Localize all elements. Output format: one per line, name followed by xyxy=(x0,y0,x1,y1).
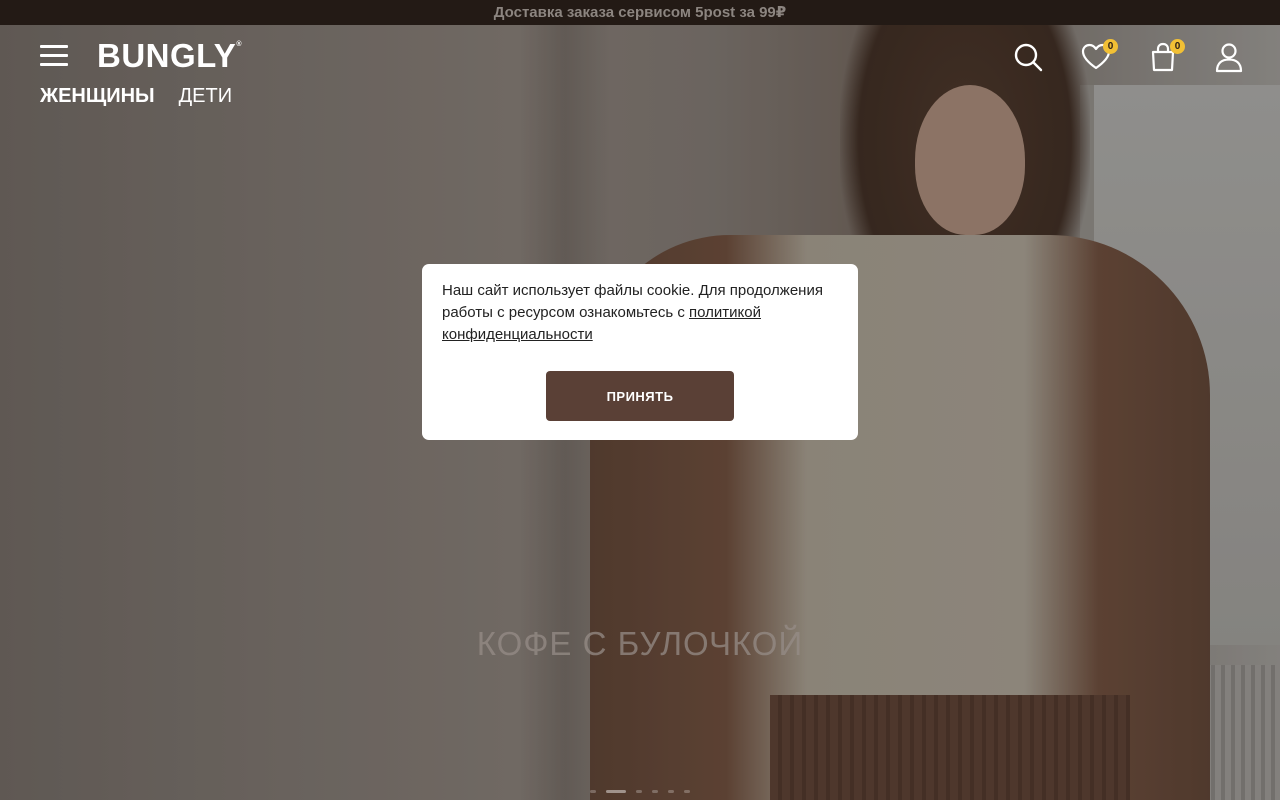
hero-title: КОФЕ С БУЛОЧКОЙ xyxy=(476,625,804,662)
hamburger-icon[interactable] xyxy=(40,45,68,67)
accept-cookies-button[interactable]: ПРИНЯТЬ xyxy=(546,371,734,421)
search-icon[interactable] xyxy=(1012,41,1044,73)
site-header: BUNGLY® ЖЕНЩИНЫ ДЕТИ 0 0 xyxy=(0,25,1280,115)
brand-logo[interactable]: BUNGLY® xyxy=(97,37,242,75)
cart-button[interactable]: 0 xyxy=(1147,39,1185,73)
cookie-banner: Наш сайт использует файлы cookie. Для пр… xyxy=(422,264,858,440)
slider-dot[interactable] xyxy=(590,790,596,793)
promo-text: Доставка заказа сервисом 5post за 99₽ xyxy=(493,4,787,21)
wishlist-button[interactable]: 0 xyxy=(1080,39,1118,73)
slider-dot[interactable] xyxy=(668,790,674,793)
nav-item-kids[interactable]: ДЕТИ xyxy=(179,85,232,108)
promo-bar: Доставка заказа сервисом 5post за 99₽ xyxy=(0,0,1280,25)
cookie-text: Наш сайт использует файлы cookie. Для пр… xyxy=(442,280,838,346)
wishlist-count-badge: 0 xyxy=(1103,39,1118,54)
user-icon[interactable] xyxy=(1213,41,1245,73)
logo-text: BUNGLY xyxy=(97,37,237,74)
slider-dot-active[interactable] xyxy=(606,790,626,793)
slider-dot[interactable] xyxy=(684,790,690,793)
slider-dots xyxy=(590,790,690,793)
slider-dot[interactable] xyxy=(636,790,642,793)
nav-item-women[interactable]: ЖЕНЩИНЫ xyxy=(40,85,155,108)
slider-dot[interactable] xyxy=(652,790,658,793)
main-nav: ЖЕНЩИНЫ ДЕТИ xyxy=(40,85,232,108)
cookie-message: Наш сайт использует файлы cookie. Для пр… xyxy=(442,282,823,321)
registered-mark: ® xyxy=(236,41,242,48)
cart-count-badge: 0 xyxy=(1170,39,1185,54)
